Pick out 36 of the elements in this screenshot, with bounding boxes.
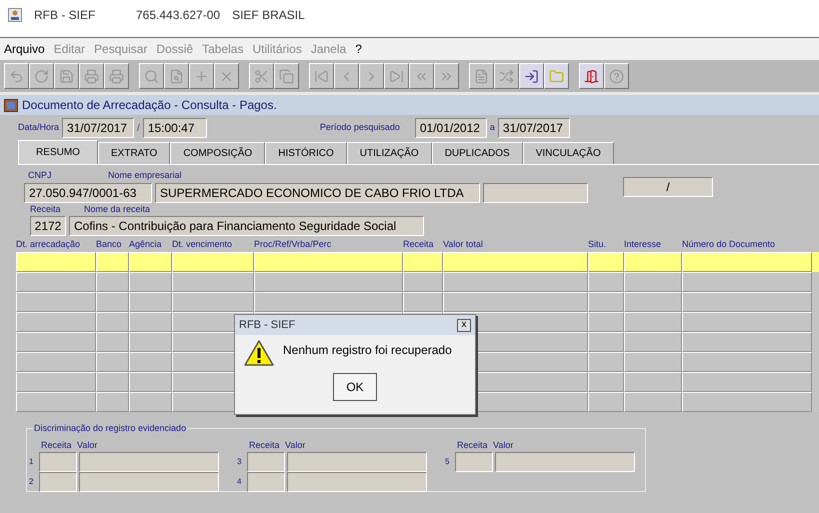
column-header: Dt. vencimento bbox=[172, 238, 234, 251]
column-header: Agência bbox=[129, 238, 163, 251]
user-id: 765.443.627-00 bbox=[136, 6, 220, 24]
receita-column-label: Receita bbox=[249, 438, 279, 452]
column-header: Proc/Ref/Vrba/Perc bbox=[254, 238, 332, 251]
dialog-message: Nenhum registro foi recuperado bbox=[283, 342, 452, 359]
window-title: RFB - SIEF bbox=[34, 6, 96, 24]
company-name-label: Nome empresarial bbox=[108, 169, 182, 182]
date-time-separator: / bbox=[137, 122, 140, 136]
valor-column-label: Valor bbox=[285, 438, 306, 452]
period-connector: a bbox=[490, 121, 495, 134]
receita-column-label: Receita bbox=[41, 438, 71, 452]
receita-name-label: Nome da receita bbox=[84, 202, 150, 216]
cnpj-label: CNPJ bbox=[28, 169, 53, 182]
receita-column-label: Receita bbox=[457, 438, 487, 452]
column-header: Situ. bbox=[588, 238, 608, 251]
valor-column-label: Valor bbox=[77, 438, 98, 452]
system-name: SIEF BRASIL bbox=[232, 6, 305, 24]
column-header: Número do Documento bbox=[682, 238, 776, 251]
form-title: Documento de Arrecadação - Consulta - Pagos. bbox=[22, 97, 277, 114]
line-number: 1 bbox=[29, 456, 34, 468]
breakdown-legend: Discriminação do registro evidenciado bbox=[33, 422, 188, 435]
line-number: 3 bbox=[237, 456, 242, 468]
receita-label: Receita bbox=[30, 202, 62, 216]
column-header: Receita bbox=[403, 238, 435, 251]
period-label: Período pesquisado bbox=[320, 121, 400, 134]
column-header: Interesse bbox=[624, 238, 662, 251]
dialog-title: RFB - SIEF bbox=[239, 318, 296, 333]
line-number: 5 bbox=[445, 456, 450, 468]
line-number: 4 bbox=[237, 476, 242, 488]
column-header: Valor total bbox=[443, 238, 484, 251]
line-number: 2 bbox=[29, 476, 34, 488]
datetime-label: Data/Hora bbox=[18, 121, 60, 134]
column-header: Dt. arrecadação bbox=[16, 238, 82, 251]
valor-column-label: Valor bbox=[493, 438, 514, 452]
column-header: Banco bbox=[96, 238, 123, 251]
